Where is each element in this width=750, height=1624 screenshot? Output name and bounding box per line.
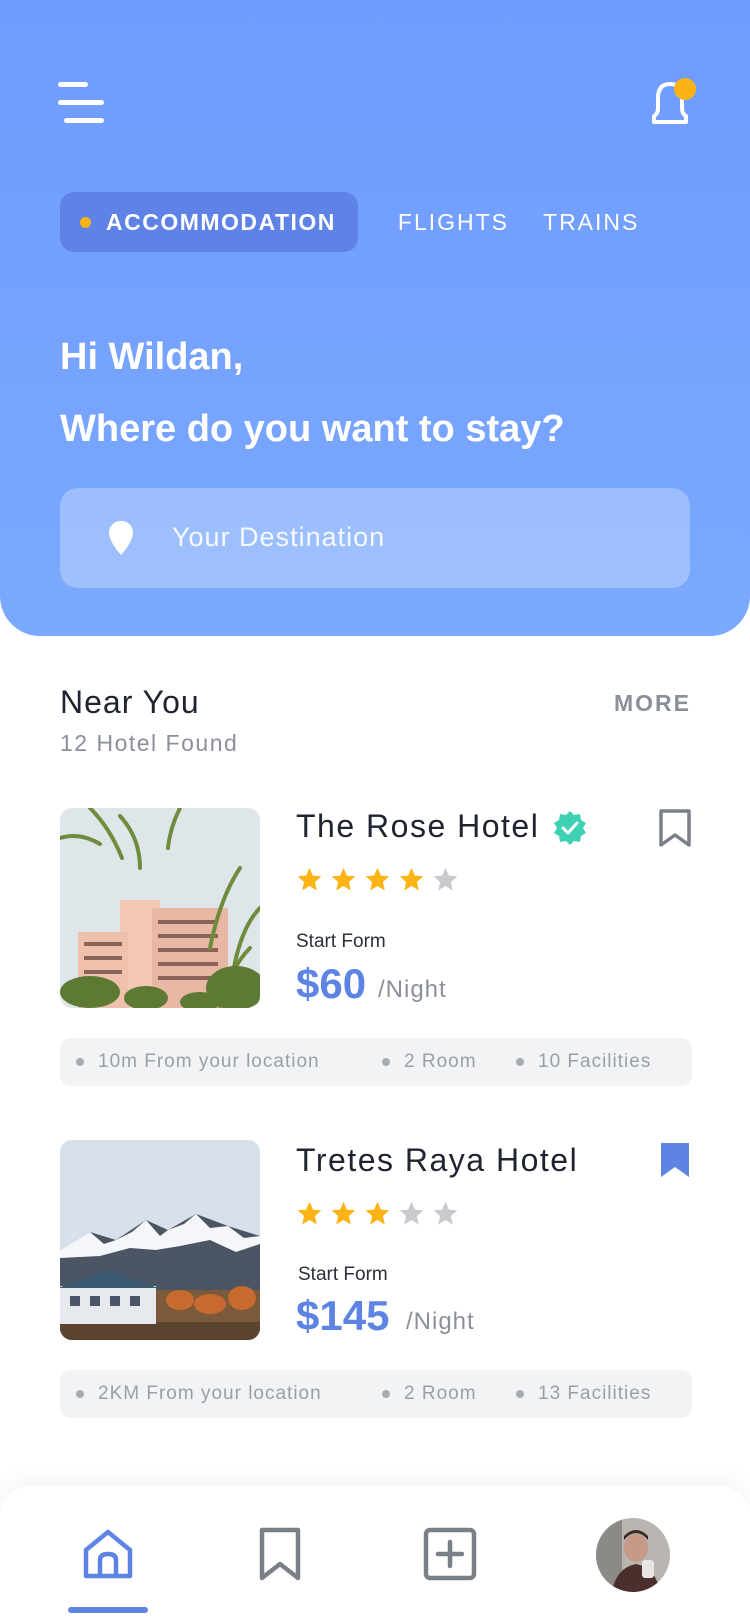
star-empty-icon	[399, 1201, 424, 1225]
star-filled-icon	[365, 1201, 390, 1225]
tab-label: TRAINS	[543, 208, 640, 235]
hotel-info-bar: 10m From your location 2 Room 10 Facilit…	[60, 1038, 692, 1086]
hotel-name[interactable]: The Rose Hotel	[296, 808, 539, 845]
info-text: 2 Room	[404, 1051, 477, 1072]
hotel-image[interactable]	[60, 1140, 260, 1340]
info-rooms: 2 Room	[382, 1051, 477, 1073]
greeting: Hi Wildan,	[60, 336, 244, 378]
info-facilities: 13 Facilities	[516, 1383, 651, 1405]
bookmark-icon[interactable]	[658, 808, 692, 848]
bottom-navigation	[0, 1486, 750, 1624]
star-filled-icon	[365, 867, 390, 891]
star-rating	[296, 866, 459, 893]
tab-accommodation[interactable]: ACCOMMODATION	[60, 192, 358, 252]
hotel-image[interactable]	[60, 808, 260, 1008]
star-filled-icon	[399, 867, 424, 891]
tab-flights[interactable]: FLIGHTS	[398, 209, 509, 236]
price-value: $145	[296, 1292, 390, 1339]
active-tab-dot	[80, 217, 91, 228]
map-pin-icon	[109, 521, 133, 555]
hotel-info-bar: 2KM From your location 2 Room 13 Facilit…	[60, 1370, 692, 1418]
page-question: Where do you want to stay?	[60, 408, 565, 450]
star-filled-icon	[297, 1201, 322, 1225]
search-placeholder: Your Destination	[172, 522, 386, 552]
more-link[interactable]: MORE	[614, 690, 691, 717]
star-filled-icon	[331, 1201, 356, 1225]
info-text: 2 Room	[404, 1383, 477, 1404]
verified-badge-icon	[554, 811, 586, 845]
section-subtitle: 12 Hotel Found	[60, 730, 239, 756]
star-empty-icon	[433, 1201, 458, 1225]
profile-avatar[interactable]	[596, 1518, 670, 1592]
info-text: 13 Facilities	[538, 1383, 652, 1404]
price-label: Start Form	[296, 931, 386, 952]
header: ACCOMMODATION FLIGHTS TRAINS Hi Wildan, …	[0, 0, 750, 636]
destination-search-input[interactable]: Your Destination	[60, 488, 690, 588]
info-rooms: 2 Room	[382, 1383, 477, 1405]
info-text: 10 Facilities	[538, 1051, 652, 1072]
add-square-icon[interactable]	[422, 1526, 478, 1582]
category-tabs: ACCOMMODATION FLIGHTS TRAINS	[60, 192, 639, 252]
star-filled-icon	[297, 867, 322, 891]
tab-label: ACCOMMODATION	[106, 208, 336, 235]
info-text: 2KM From your location	[98, 1383, 322, 1404]
star-filled-icon	[331, 867, 356, 891]
tab-label: FLIGHTS	[397, 208, 510, 235]
info-distance: 10m From your location	[76, 1051, 320, 1073]
hamburger-menu-icon[interactable]	[58, 80, 106, 124]
info-distance: 2KM From your location	[76, 1383, 322, 1405]
hotel-name[interactable]: Tretes Raya Hotel	[296, 1142, 578, 1179]
active-nav-indicator	[68, 1607, 148, 1613]
hotel-photo-mountain	[60, 1140, 260, 1340]
price-label: Start Form	[298, 1264, 388, 1285]
star-rating	[296, 1200, 459, 1227]
notification-dot	[674, 78, 696, 100]
info-text: 10m From your location	[98, 1051, 320, 1072]
price-unit: /Night	[378, 976, 447, 1003]
info-facilities: 10 Facilities	[516, 1051, 651, 1073]
tab-trains[interactable]: TRAINS	[543, 209, 639, 236]
bookmark-icon[interactable]	[252, 1526, 308, 1582]
bookmark-filled-icon[interactable]	[660, 1142, 690, 1178]
star-empty-icon	[433, 867, 458, 891]
hotel-photo-palms	[60, 808, 260, 1008]
home-icon[interactable]	[80, 1526, 136, 1582]
price-unit: /Night	[406, 1308, 475, 1335]
avatar-photo	[596, 1518, 670, 1592]
price-value: $60	[296, 960, 367, 1007]
section-title: Near You	[60, 684, 200, 720]
